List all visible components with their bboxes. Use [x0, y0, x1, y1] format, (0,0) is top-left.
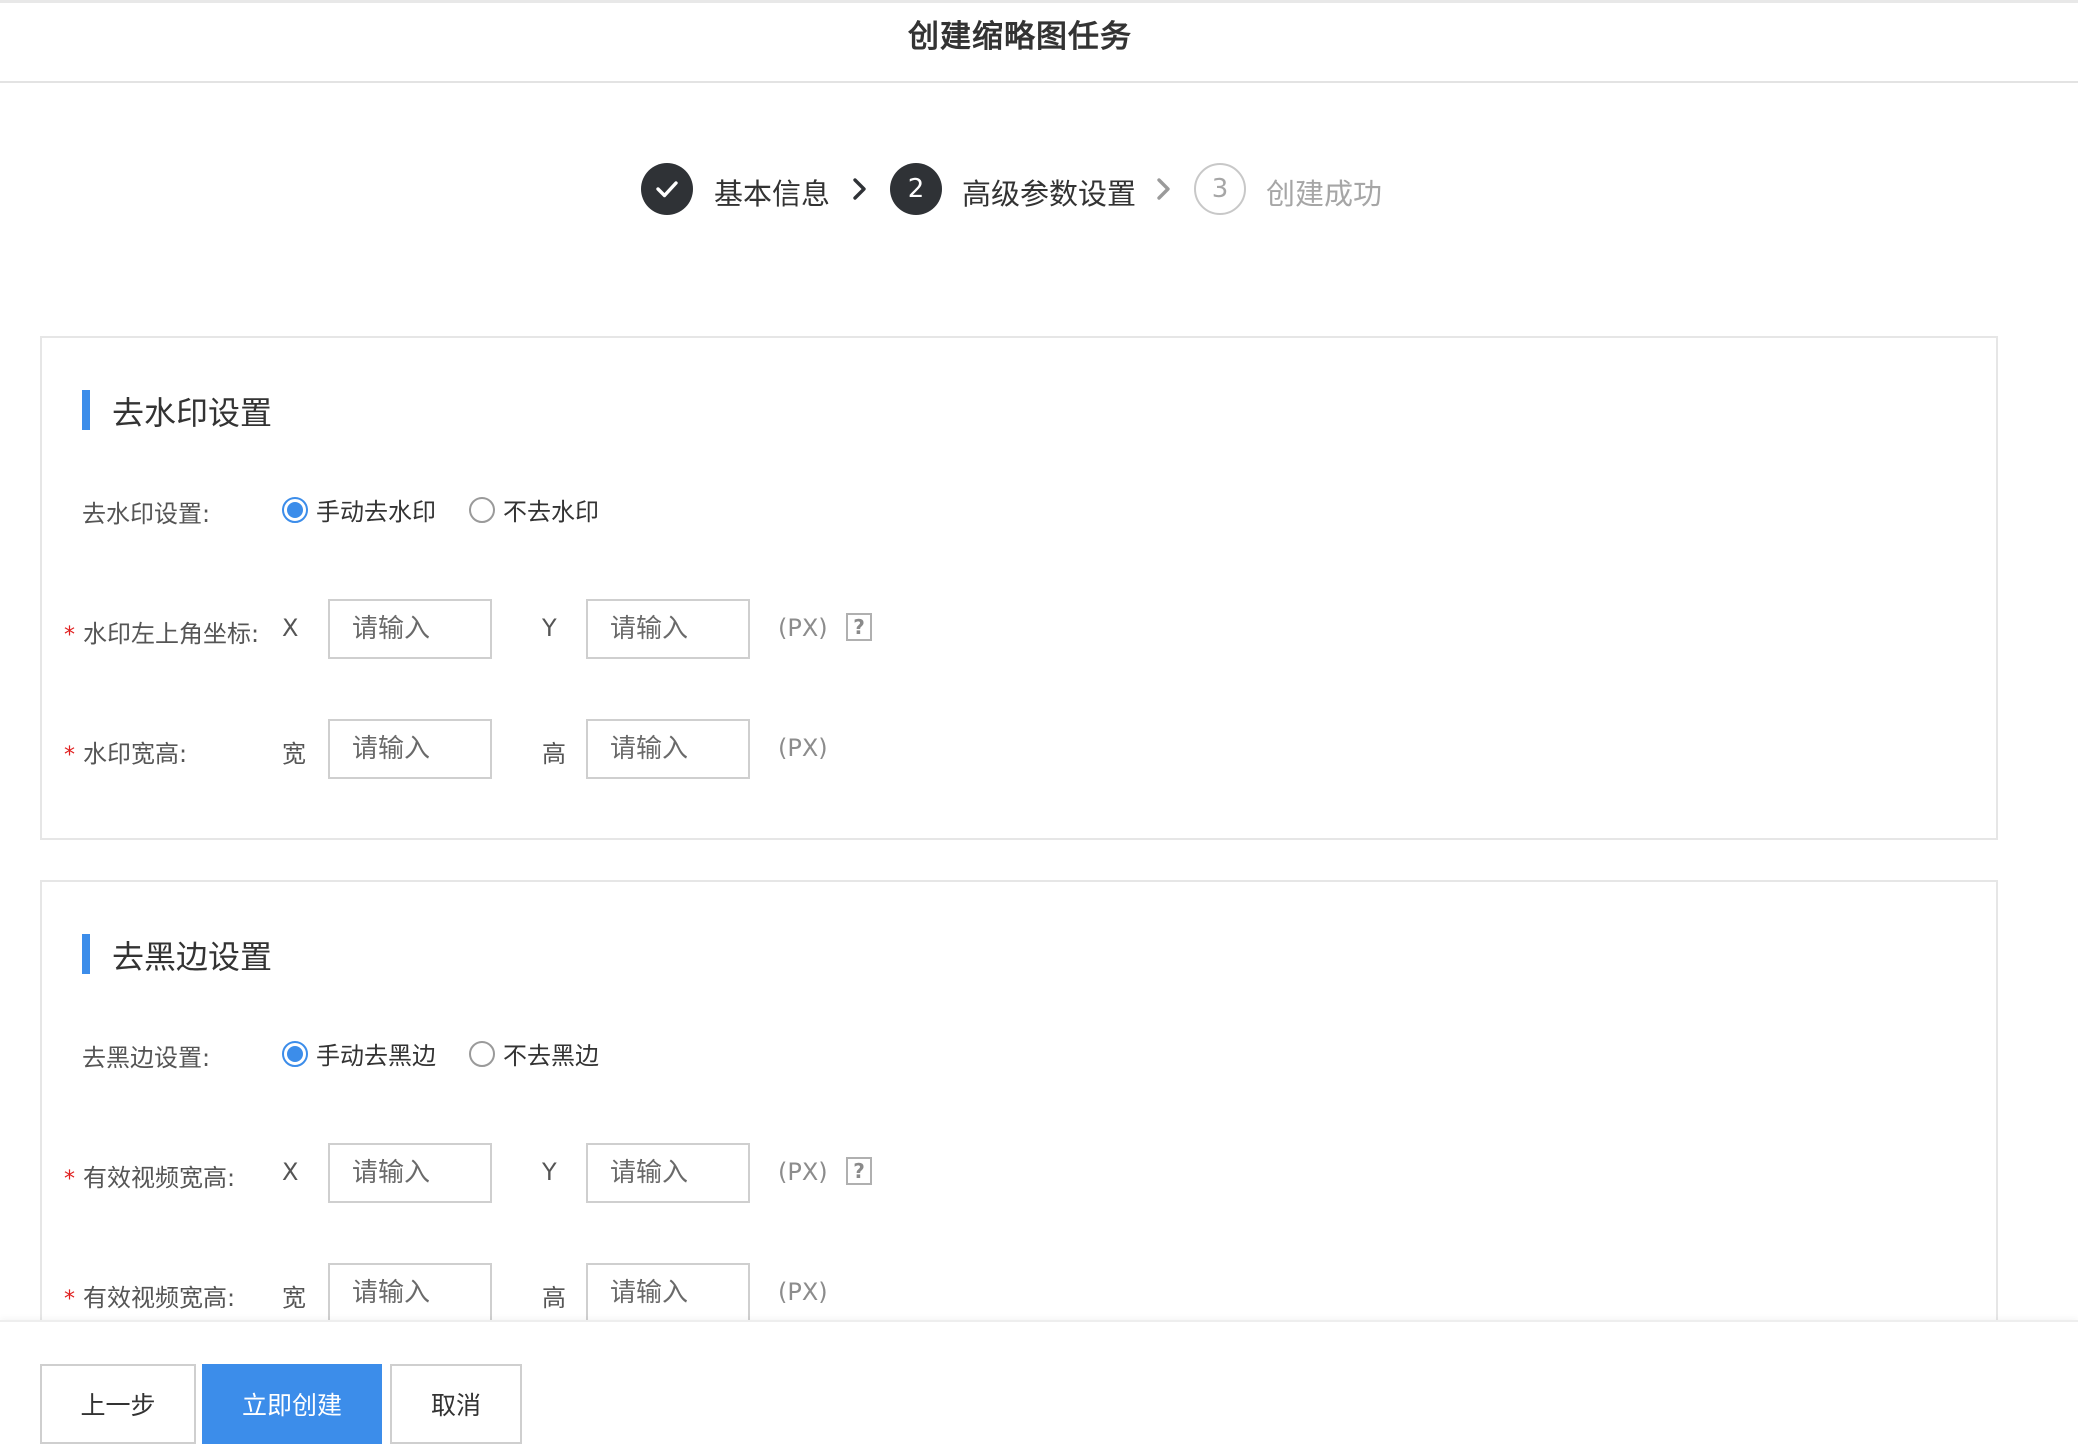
blackborder-x-input[interactable] — [328, 1143, 492, 1203]
radio-checked-icon — [282, 496, 308, 523]
help-icon[interactable]: ? — [846, 613, 872, 641]
radio-no-blackborder[interactable]: 不去黑边 — [469, 1036, 599, 1071]
unit-px: (PX) — [778, 1158, 828, 1186]
create-now-button[interactable]: 立即创建 — [202, 1364, 382, 1444]
required-mark: * — [64, 743, 75, 768]
footer-bar: 上一步 立即创建 取消 — [0, 1320, 2078, 1454]
radio-manual-watermark[interactable]: 手动去水印 — [282, 492, 436, 527]
check-icon — [656, 181, 678, 198]
watermark-mode-label: 去水印设置: — [82, 500, 211, 528]
step-2-number: 2 — [907, 174, 925, 204]
step-2-label: 高级参数设置 — [962, 177, 1137, 211]
height-label: 高 — [542, 1284, 566, 1312]
blackborder-coord-label: * 有效视频宽高: — [64, 1164, 236, 1192]
radio-checked-icon — [282, 1040, 308, 1067]
blackborder-mode-label: 去黑边设置: — [82, 1044, 211, 1072]
height-label: 高 — [542, 740, 566, 768]
page-title: 创建缩略图任务 — [908, 19, 1132, 55]
cancel-button[interactable]: 取消 — [390, 1364, 522, 1444]
y-label: Y — [542, 614, 557, 642]
radio-no-watermark[interactable]: 不去水印 — [469, 492, 599, 527]
watermark-coord-label: * 水印左上角坐标: — [64, 620, 260, 648]
watermark-section: 去水印设置 去水印设置: 手动去水印 不去水印 *水印左上角坐标: X Y (P… — [40, 336, 1998, 840]
page-header: 创建缩略图任务 — [0, 3, 2078, 83]
unit-px: (PX) — [778, 614, 828, 642]
step-3-circle: 3 — [1194, 163, 1246, 215]
required-mark: * — [64, 1167, 75, 1192]
radio-manual-blackborder[interactable]: 手动去黑边 — [282, 1036, 436, 1071]
step-3-number: 3 — [1211, 174, 1229, 204]
blackborder-section-title: 去黑边设置 — [112, 938, 273, 976]
x-label: X — [282, 1158, 299, 1186]
blackborder-height-input[interactable] — [586, 1263, 750, 1323]
y-label: Y — [542, 1158, 557, 1186]
chevron-right-icon — [853, 178, 866, 200]
chevron-right-icon — [1157, 178, 1170, 200]
blackborder-size-label: * 有效视频宽高: — [64, 1284, 236, 1312]
required-mark: * — [64, 623, 75, 648]
watermark-height-input[interactable] — [586, 719, 750, 779]
step-1-circle — [641, 163, 693, 215]
width-label: 宽 — [282, 740, 306, 768]
step-1-label: 基本信息 — [714, 177, 831, 211]
step-2-circle: 2 — [890, 163, 942, 215]
step-3-label: 创建成功 — [1266, 177, 1383, 211]
unit-px: (PX) — [778, 1278, 828, 1306]
width-label: 宽 — [282, 1284, 306, 1312]
prev-step-button[interactable]: 上一步 — [40, 1364, 196, 1444]
page: 创建缩略图任务 基本信息 2 高级参数设置 3 创建成功 去水印设置 去水印设置… — [0, 0, 2078, 1454]
radio-unchecked-icon — [469, 496, 495, 523]
watermark-width-input[interactable] — [328, 719, 492, 779]
watermark-x-input[interactable] — [328, 599, 492, 659]
radio-unchecked-icon — [469, 1040, 495, 1067]
unit-px: (PX) — [778, 734, 828, 762]
blackborder-width-input[interactable] — [328, 1263, 492, 1323]
watermark-section-title: 去水印设置 — [112, 394, 273, 432]
watermark-y-input[interactable] — [586, 599, 750, 659]
section-accent-bar — [82, 390, 90, 430]
x-label: X — [282, 614, 299, 642]
section-accent-bar — [82, 934, 90, 974]
blackborder-y-input[interactable] — [586, 1143, 750, 1203]
required-mark: * — [64, 1287, 75, 1312]
help-icon[interactable]: ? — [846, 1157, 872, 1185]
blackborder-section: 去黑边设置 去黑边设置: 手动去黑边 不去黑边 *有效视频宽高: X Y (PX… — [40, 880, 1998, 1340]
watermark-size-label: * 水印宽高: — [64, 740, 188, 768]
